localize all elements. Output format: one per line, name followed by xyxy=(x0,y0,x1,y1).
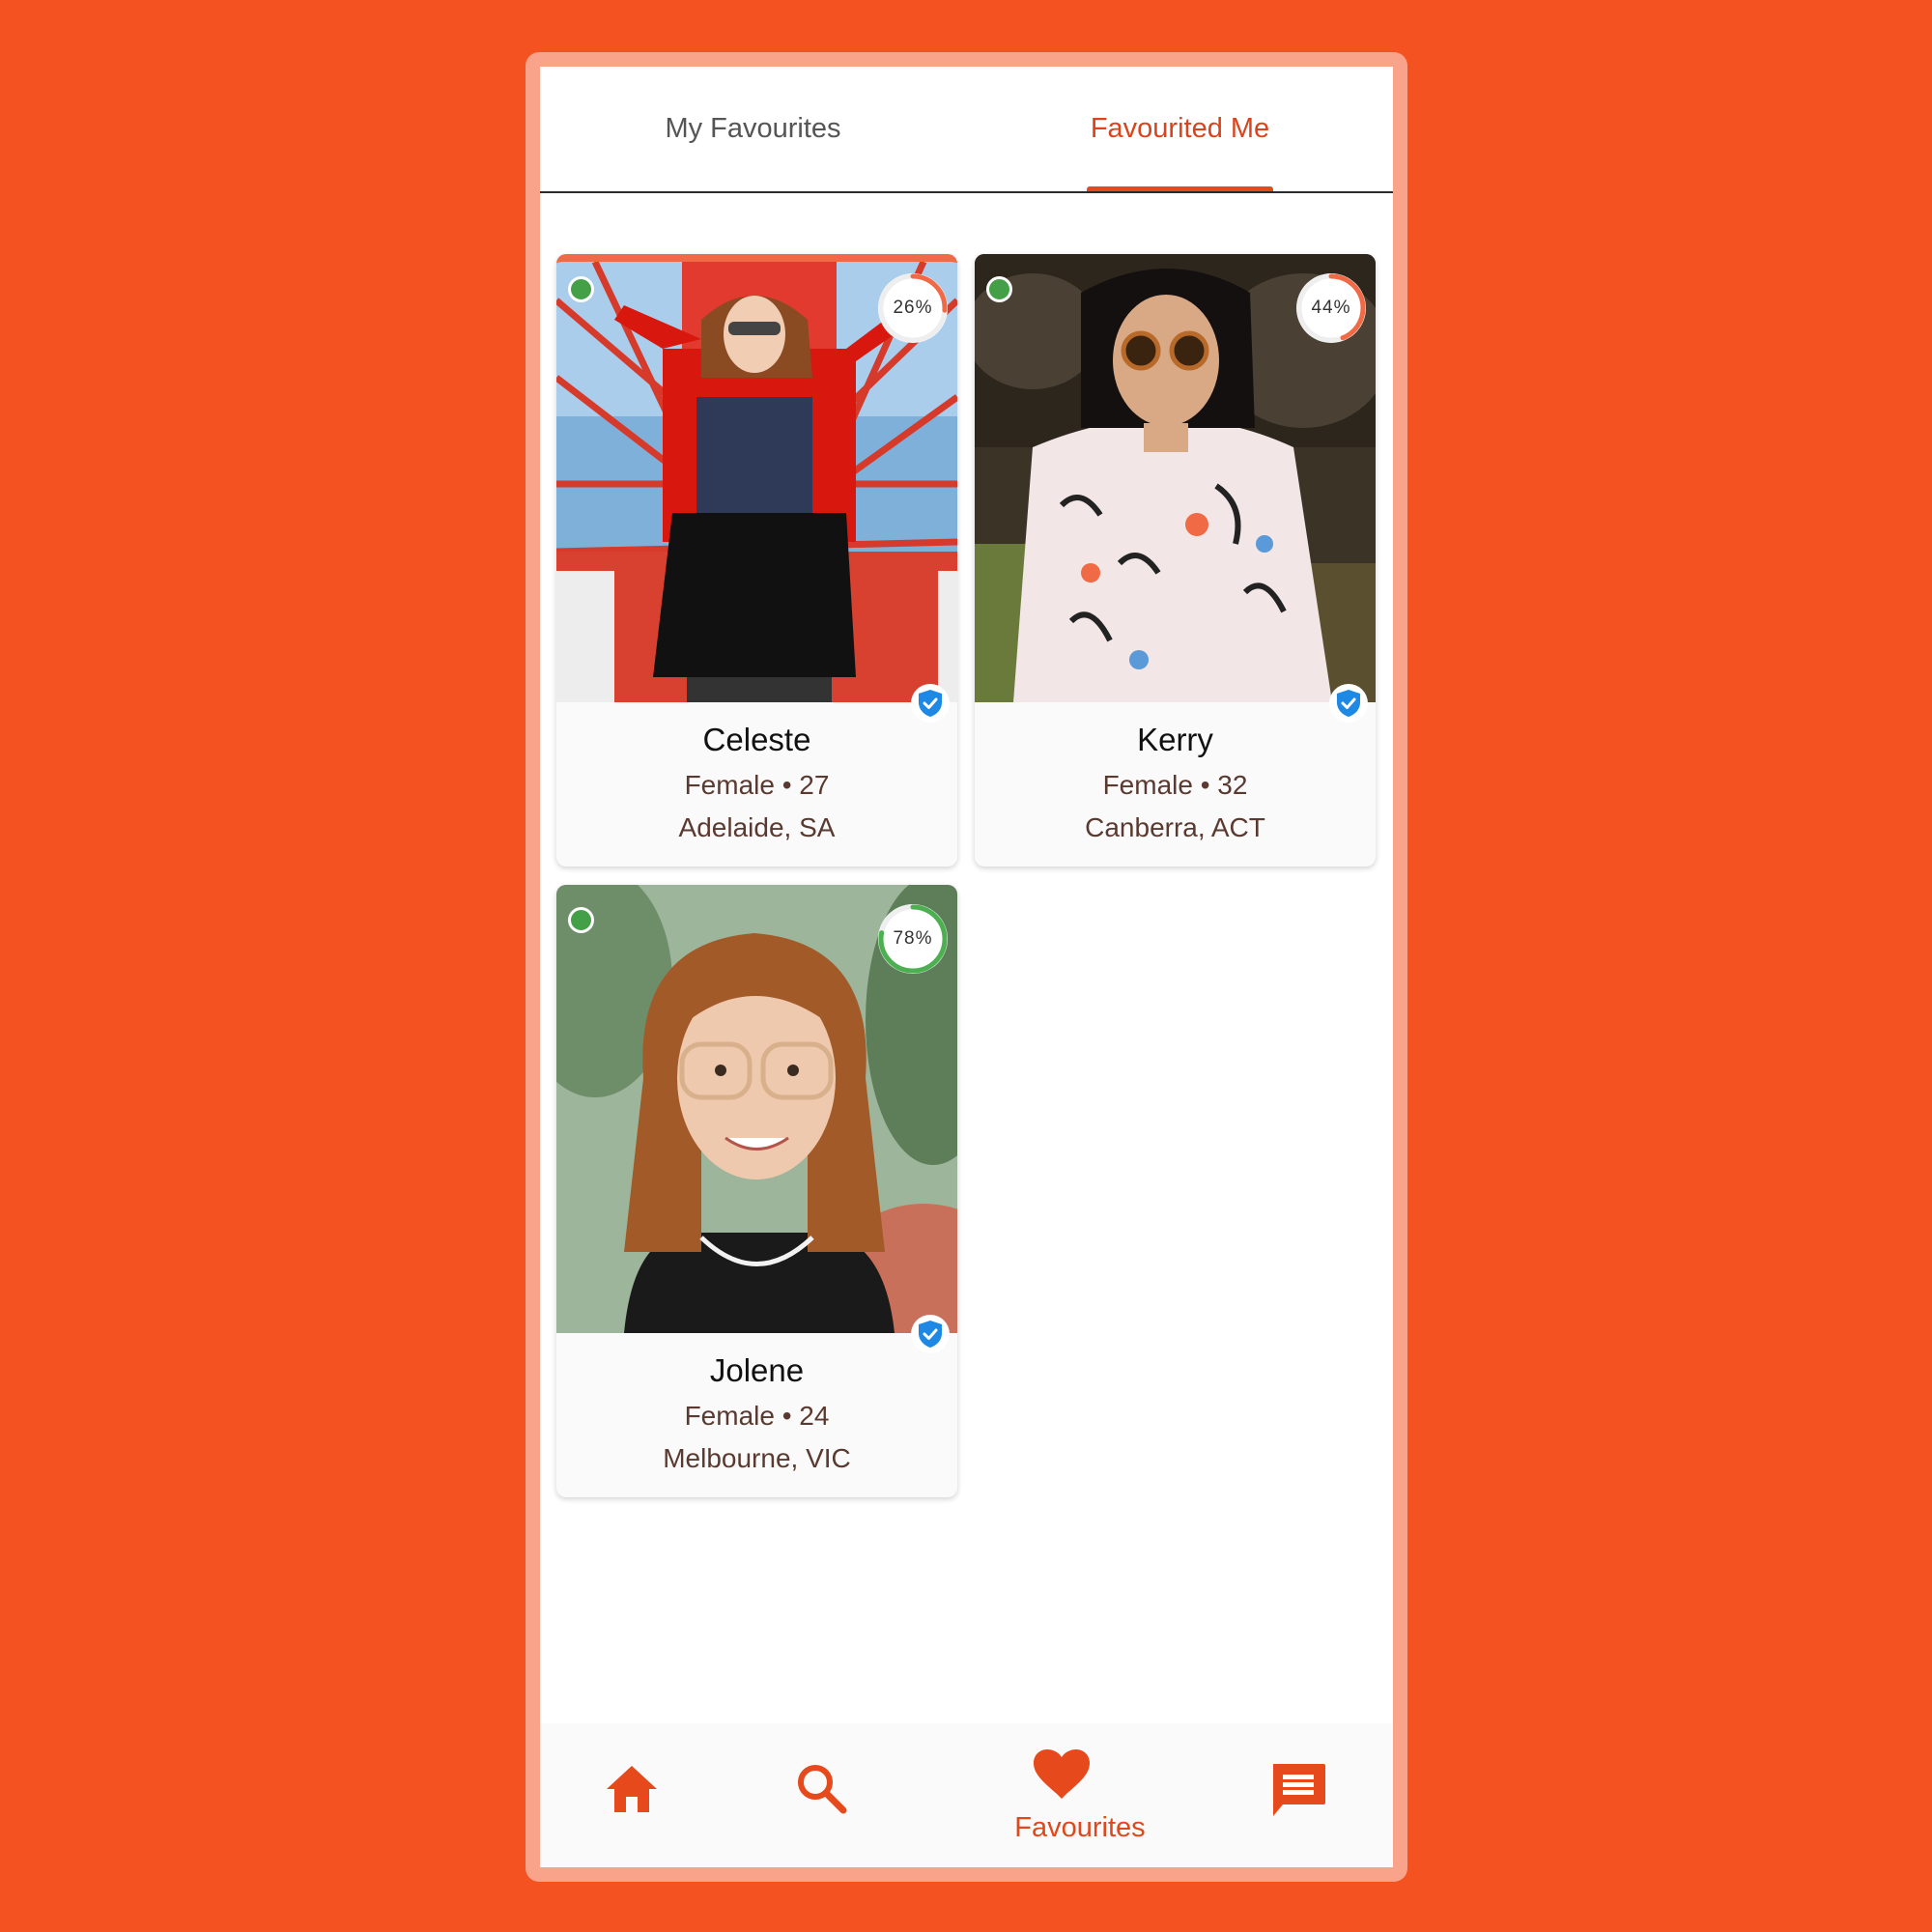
match-percentage-badge: 26% xyxy=(876,271,950,345)
profile-location: Melbourne, VIC xyxy=(663,1443,851,1473)
match-percentage: 44% xyxy=(1311,298,1351,318)
online-status-indicator xyxy=(568,907,594,933)
match-percentage-badge: 44% xyxy=(1294,271,1368,345)
match-percentage: 78% xyxy=(893,928,933,949)
profile-gender-age: Female • 27 xyxy=(684,770,830,800)
nav-active-label: Favourites xyxy=(1014,1812,1146,1843)
profile-location: Adelaide, SA xyxy=(678,812,836,842)
verified-shield-icon xyxy=(1337,690,1360,717)
app-screen: My Favourites Favourited Me 26% Celeste … xyxy=(540,67,1393,1867)
search-icon xyxy=(798,1765,847,1814)
nav-home-button[interactable] xyxy=(605,1764,659,1819)
active-tab-indicator xyxy=(1087,186,1273,191)
profile-name: Jolene xyxy=(709,1352,805,1388)
online-status-indicator xyxy=(568,276,594,302)
phone-frame: My Favourites Favourited Me 26% Celeste … xyxy=(526,52,1407,1882)
profile-card-kerry[interactable]: 44% Kerry Female • 32 Canberra, ACT xyxy=(975,254,1376,867)
profile-gender-age: Female • 32 xyxy=(1102,770,1248,800)
verified-shield-icon xyxy=(919,690,942,717)
profile-card-jolene[interactable]: 78% Jolene Female • 24 Melbourne, VIC xyxy=(556,885,957,1497)
profile-info: Kerry Female • 32 Canberra, ACT xyxy=(975,716,1376,849)
nav-search-button[interactable] xyxy=(795,1762,847,1819)
match-percentage: 26% xyxy=(893,298,933,318)
home-icon xyxy=(607,1766,657,1812)
profile-info: Jolene Female • 24 Melbourne, VIC xyxy=(556,1347,957,1480)
chat-icon xyxy=(1273,1764,1325,1816)
tab-my-favourites[interactable]: My Favourites xyxy=(540,67,966,191)
profile-card-celeste[interactable]: 26% Celeste Female • 27 Adelaide, SA xyxy=(556,254,957,867)
nav-favourites-button[interactable] xyxy=(1033,1748,1091,1805)
online-status-indicator xyxy=(986,276,1012,302)
profile-info: Celeste Female • 27 Adelaide, SA xyxy=(556,716,957,849)
profile-name: Kerry xyxy=(1137,722,1213,757)
match-percentage-badge: 78% xyxy=(876,902,950,976)
profile-name: Celeste xyxy=(702,722,811,757)
profile-location: Canberra, ACT xyxy=(1085,812,1265,842)
tab-bar: My Favourites Favourited Me xyxy=(540,67,1393,193)
profile-gender-age: Female • 24 xyxy=(684,1401,830,1431)
nav-messages-button[interactable] xyxy=(1269,1762,1327,1825)
verified-shield-icon xyxy=(919,1321,942,1348)
heart-icon xyxy=(1034,1749,1090,1799)
tab-favourited-me[interactable]: Favourited Me xyxy=(967,67,1393,191)
bottom-navigation: Favourites xyxy=(540,1723,1393,1867)
